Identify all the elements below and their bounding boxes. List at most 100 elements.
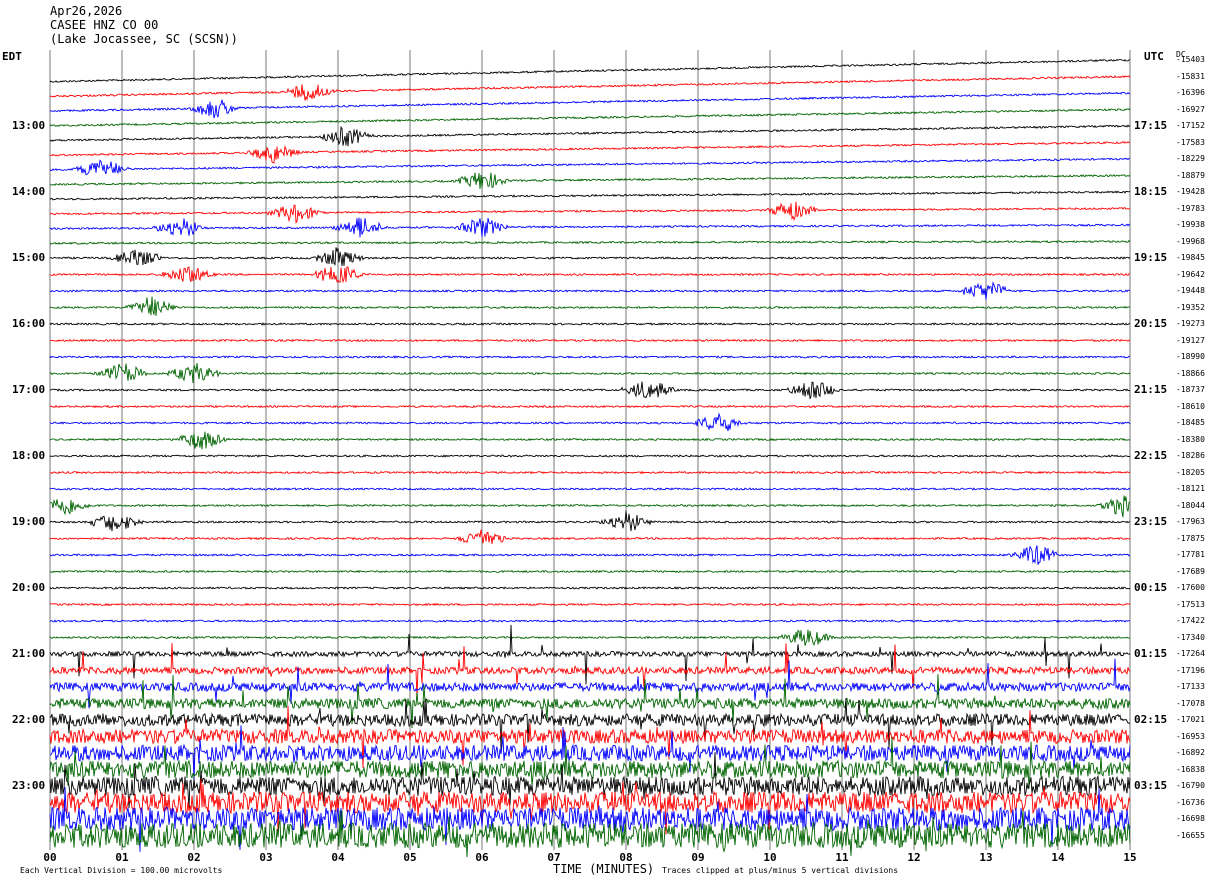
x-tick-label: 05 xyxy=(403,851,417,864)
dc-offset-label: -15403 xyxy=(1176,55,1205,64)
dc-offset-label: -19127 xyxy=(1176,335,1205,345)
trace-7 xyxy=(49,172,1131,190)
dc-offset-label: -15831 xyxy=(1176,71,1205,81)
dc-offset-label: -18737 xyxy=(1176,385,1205,394)
trace-31 xyxy=(49,569,1131,574)
left-hour-label: 14:00 xyxy=(12,185,46,198)
trace-22 xyxy=(49,412,1131,432)
dc-offset-label: -16838 xyxy=(1176,764,1205,774)
x-tick-label: 06 xyxy=(475,851,489,864)
trace-30 xyxy=(49,545,1131,565)
trace-17 xyxy=(49,338,1131,343)
trace-21 xyxy=(49,404,1131,409)
x-tick-label: 09 xyxy=(691,851,705,864)
x-tick-label: 07 xyxy=(547,851,561,864)
x-tick-label: 11 xyxy=(835,851,849,864)
x-tick-label: 01 xyxy=(115,851,129,864)
dc-offset-label: -17196 xyxy=(1176,665,1205,675)
left-hour-label: 18:00 xyxy=(12,449,46,462)
trace-1 xyxy=(49,75,1131,102)
x-tick-label: 15 xyxy=(1123,851,1137,864)
dc-offset-label: -19783 xyxy=(1176,203,1205,213)
right-hour-label: 03:15 xyxy=(1134,779,1168,792)
trace-10 xyxy=(49,217,1131,238)
dc-offset-label: -16698 xyxy=(1176,814,1205,823)
dc-offset-label: -17422 xyxy=(1176,616,1205,625)
clip-note: Traces clipped at plus/minus 5 vertical … xyxy=(662,866,899,875)
trace-27 xyxy=(49,495,1131,518)
trace-2 xyxy=(49,91,1131,119)
x-tick-label: 13 xyxy=(979,851,993,864)
dc-offset-label: -18229 xyxy=(1176,154,1205,163)
dc-offset-label: -18485 xyxy=(1176,418,1205,427)
trace-0 xyxy=(49,58,1131,83)
dc-offset-label: -17600 xyxy=(1176,583,1205,592)
dc-offset-label: -17340 xyxy=(1176,632,1205,642)
dc-offset-label: -18121 xyxy=(1176,484,1205,493)
dc-offset-label: -19352 xyxy=(1176,302,1205,312)
trace-19 xyxy=(49,363,1131,384)
x-tick-label: 03 xyxy=(259,851,273,864)
trace-20 xyxy=(49,381,1131,400)
right-hour-label: 01:15 xyxy=(1134,647,1168,660)
trace-12 xyxy=(49,247,1131,266)
trace-6 xyxy=(49,157,1131,176)
dc-offset-label: -19273 xyxy=(1176,319,1205,328)
trace-5 xyxy=(49,141,1131,164)
seismogram-plot xyxy=(49,50,1131,858)
trace-13 xyxy=(49,266,1130,284)
right-hour-label: 23:15 xyxy=(1134,515,1168,528)
dc-offset-label: -18879 xyxy=(1176,170,1205,180)
x-tick-label: 14 xyxy=(1051,851,1065,864)
dc-offset-label: -18205 xyxy=(1176,467,1205,477)
dc-offset-label: -17963 xyxy=(1176,517,1205,526)
x-tick-label: 12 xyxy=(907,851,921,864)
trace-33 xyxy=(49,602,1131,607)
dc-offset-label: -17875 xyxy=(1176,533,1205,543)
trace-14 xyxy=(49,281,1131,300)
dc-offset-label: -17021 xyxy=(1176,715,1205,724)
trace-29 xyxy=(49,529,1131,544)
dc-offset-label: -17583 xyxy=(1176,137,1205,147)
dc-offset-label: -17264 xyxy=(1176,649,1205,658)
left-hour-label: 22:00 xyxy=(12,713,46,726)
trace-24 xyxy=(49,454,1131,458)
right-hour-label: 00:15 xyxy=(1134,581,1168,594)
trace-16 xyxy=(49,322,1131,326)
dc-offset-label: -17152 xyxy=(1176,121,1205,130)
left-hour-label: 23:00 xyxy=(12,779,46,792)
dc-offset-label: -16736 xyxy=(1176,797,1205,807)
trace-8 xyxy=(49,190,1131,201)
trace-9 xyxy=(49,201,1131,224)
x-tick-label: 10 xyxy=(763,851,777,864)
right-hour-label: 02:15 xyxy=(1134,713,1168,726)
scale-note: Each Vertical Division = 100.00 microvol… xyxy=(20,866,223,875)
trace-26 xyxy=(49,487,1131,491)
x-tick-label: 04 xyxy=(331,851,345,864)
dc-offset-label: -18990 xyxy=(1176,352,1205,361)
left-hour-label: 21:00 xyxy=(12,647,46,660)
dc-offset-label: -17781 xyxy=(1176,550,1205,559)
right-hour-label: 20:15 xyxy=(1134,317,1168,330)
dc-offset-label: -18286 xyxy=(1176,451,1205,460)
dc-offset-label: -16396 xyxy=(1176,88,1205,97)
right-hour-label: 19:15 xyxy=(1134,251,1168,264)
dc-offset-label: -16927 xyxy=(1176,104,1205,114)
trace-32 xyxy=(49,586,1131,590)
right-hour-label: 18:15 xyxy=(1134,185,1168,198)
x-tick-label: 00 xyxy=(43,851,57,864)
left-hour-label: 19:00 xyxy=(12,515,46,528)
left-hour-label: 15:00 xyxy=(12,251,46,264)
x-tick-label: 02 xyxy=(187,851,201,864)
dc-offset-label: -17078 xyxy=(1176,698,1205,708)
dc-offset-label: -19938 xyxy=(1176,220,1205,229)
right-hour-label: 21:15 xyxy=(1134,383,1168,396)
dc-offset-label: -18380 xyxy=(1176,434,1205,444)
dc-offset-label: -19448 xyxy=(1176,286,1205,295)
dc-offset-label: -16790 xyxy=(1176,781,1205,790)
dc-offset-label: -16953 xyxy=(1176,731,1205,741)
dc-offset-label: -19642 xyxy=(1176,269,1205,279)
dc-offset-label: -17513 xyxy=(1176,599,1205,609)
trace-34 xyxy=(49,619,1131,623)
trace-35 xyxy=(49,629,1131,646)
